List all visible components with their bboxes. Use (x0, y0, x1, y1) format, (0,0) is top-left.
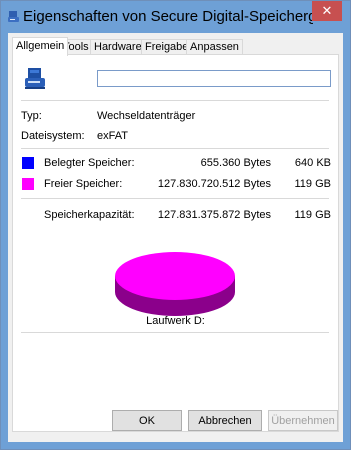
properties-window: Eigenschaften von Secure Digital-Speiche… (0, 0, 351, 450)
capacity-bytes: 127.831.375.872 Bytes (157, 209, 271, 221)
used-bytes: 655.360 Bytes (200, 157, 271, 169)
dialog-client: Allgemein Tools Hardware Freigabe Anpass… (8, 33, 343, 442)
free-bytes: 127.830.720.512 Bytes (157, 178, 271, 190)
tab-anpassen[interactable]: Anpassen (186, 39, 243, 55)
general-tab-panel: Typ: Wechseldatenträger Dateisystem: exF… (12, 54, 339, 432)
apply-button[interactable]: Übernehmen (268, 410, 338, 431)
drive-letter-label: Laufwerk D: (146, 315, 205, 327)
separator (21, 198, 329, 199)
separator (21, 148, 329, 149)
close-button[interactable]: ✕ (312, 1, 342, 21)
usage-pie-chart (115, 252, 235, 316)
tab-hardware[interactable]: Hardware (90, 39, 146, 55)
type-value: Wechseldatenträger (97, 110, 196, 122)
separator (21, 100, 329, 101)
type-label: Typ: (21, 110, 42, 122)
free-color-swatch (22, 178, 34, 190)
window-title: Eigenschaften von Secure Digital-Speiche… (23, 8, 313, 25)
drive-icon (8, 11, 19, 22)
ok-button[interactable]: OK (112, 410, 182, 431)
used-color-swatch (22, 157, 34, 169)
removable-drive-icon (25, 68, 45, 89)
filesystem-value: exFAT (97, 130, 128, 142)
free-label: Freier Speicher: (44, 178, 123, 190)
capacity-short: 119 GB (294, 209, 332, 221)
drive-name-input[interactable] (97, 70, 331, 87)
title-bar[interactable]: Eigenschaften von Secure Digital-Speiche… (1, 1, 350, 33)
used-short: 640 KB (294, 157, 331, 169)
cancel-button[interactable]: Abbrechen (188, 410, 262, 431)
used-label: Belegter Speicher: (44, 157, 135, 169)
separator (21, 332, 329, 333)
free-short: 119 GB (294, 178, 332, 190)
capacity-label: Speicherkapazität: (44, 209, 135, 221)
tab-freigabe[interactable]: Freigabe (141, 39, 193, 55)
filesystem-label: Dateisystem: (21, 130, 85, 142)
pie-top-free (115, 252, 235, 300)
tab-allgemein[interactable]: Allgemein (12, 37, 69, 56)
